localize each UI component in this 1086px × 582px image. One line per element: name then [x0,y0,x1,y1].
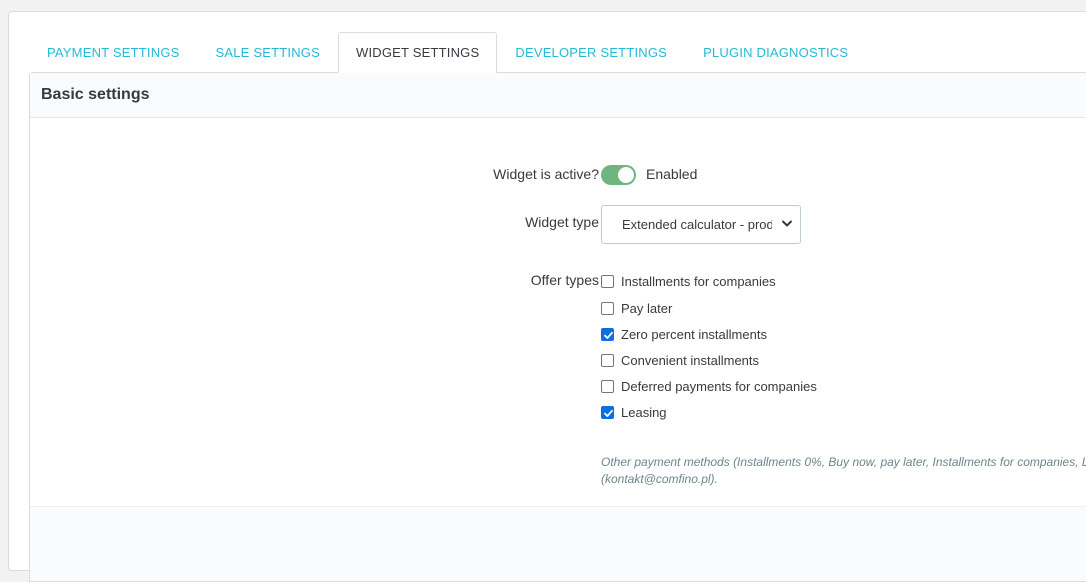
widget-type-select[interactable]: Extended calculator - products [601,205,801,244]
tab-developer-settings[interactable]: DEVELOPER SETTINGS [497,32,685,72]
checkmark-icon [604,409,613,417]
offer-convenient-installments[interactable]: Convenient installments [601,351,759,369]
checkbox-label: Leasing [621,404,667,420]
offer-leasing[interactable]: Leasing [601,403,667,421]
toggle-knob [618,167,634,183]
tab-widget-settings[interactable]: WIDGET SETTINGS [337,32,498,73]
offer-types-label: Offer types [530,272,599,288]
offer-types-help: Other payment methods (Installments 0%, … [601,454,1086,488]
offer-deferred-payments-for-companies[interactable]: Deferred payments for companies [601,377,817,395]
checkbox[interactable] [601,274,614,288]
checkbox[interactable] [601,379,614,393]
offer-pay-later[interactable]: Pay later [601,299,672,317]
checkbox-label: Zero percent installments [621,326,767,342]
help-line: Other payment methods (Installments 0%, … [601,455,1086,469]
offer-zero-percent-installments[interactable]: Zero percent installments [601,325,767,343]
settings-container: PAYMENT SETTINGS SALE SETTINGS WIDGET SE… [8,11,1086,582]
chevron-down-icon [782,220,792,227]
widget-active-state: Enabled [646,166,698,182]
tab-sale-settings[interactable]: SALE SETTINGS [198,32,338,72]
widget-active-label: Widget is active? [493,166,599,182]
checkbox-label: Pay later [621,300,673,316]
checkbox-label: Installments for companies [621,273,776,289]
panel-title: Basic settings [30,73,1086,118]
checkbox-label: Deferred payments for companies [621,378,817,394]
tab-plugin-diagnostics[interactable]: PLUGIN DIAGNOSTICS [685,32,866,72]
basic-settings-panel: Basic settings Widget is active? Enabled… [29,72,1086,582]
widget-type-label: Widget type [525,214,599,230]
checkbox-label: Convenient installments [621,352,760,368]
help-line: (kontakt@comfino.pl). [601,472,718,486]
offer-installments-for-companies[interactable]: Installments for companies [601,272,776,290]
tab-payment-settings[interactable]: PAYMENT SETTINGS [29,32,198,72]
checkmark-icon [604,331,613,339]
widget-active-toggle[interactable] [601,165,636,185]
checkbox-checked[interactable] [601,405,614,419]
checkbox[interactable] [601,301,614,315]
widget-type-value: Extended calculator - products [622,217,772,232]
checkbox-checked[interactable] [601,327,614,341]
panel-footer [30,506,1086,581]
settings-tabs: PAYMENT SETTINGS SALE SETTINGS WIDGET SE… [29,32,866,73]
checkbox[interactable] [601,353,614,367]
